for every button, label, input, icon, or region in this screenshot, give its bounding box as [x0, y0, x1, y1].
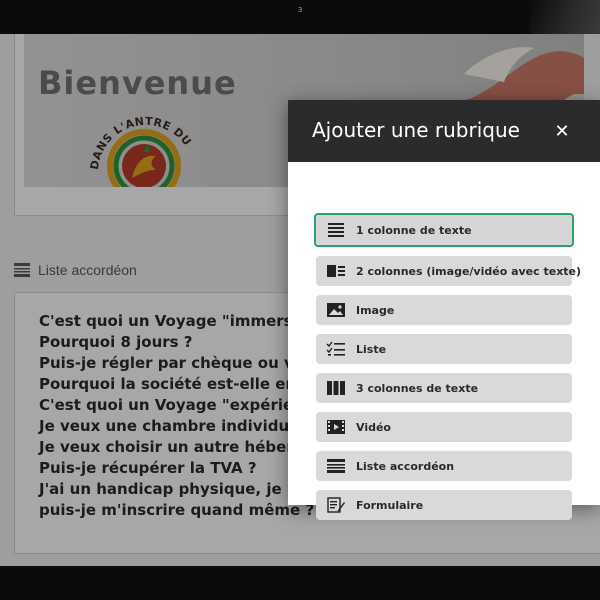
add-section-dialog: Ajouter une rubrique ✕ 1 colonne de text…: [288, 100, 600, 520]
option-list[interactable]: Liste: [316, 334, 572, 364]
page-background: Bienvenue DANS L'ANTRE DU DRAGON: [0, 34, 600, 566]
option-three-columns[interactable]: 3 colonnes de texte: [316, 373, 572, 403]
option-image[interactable]: Image: [316, 295, 572, 325]
form-icon: [327, 497, 345, 513]
screen: 3 Bienvenue DANS L'ANTRE DU DR: [0, 0, 600, 600]
option-label: 1 colonne de texte: [356, 223, 472, 237]
close-button[interactable]: ✕: [551, 120, 573, 142]
three-columns-icon: [327, 381, 345, 395]
text-lines-icon: [328, 223, 344, 237]
accordion-icon: [327, 459, 345, 473]
dialog-header: Ajouter une rubrique ✕: [288, 100, 600, 162]
option-label: Vidéo: [356, 420, 391, 434]
bezel-reflection: [530, 0, 600, 34]
option-one-column-text[interactable]: 1 colonne de texte: [314, 213, 574, 247]
video-icon: [327, 420, 345, 434]
page: Bienvenue DANS L'ANTRE DU DRAGON: [0, 34, 600, 566]
option-label: Formulaire: [356, 498, 424, 512]
option-accordion-list[interactable]: Liste accordéon: [316, 451, 572, 481]
camera-label: 3: [298, 6, 303, 14]
option-label: Liste accordéon: [356, 459, 455, 473]
option-label: Image: [356, 303, 395, 317]
option-form[interactable]: Formulaire: [316, 490, 572, 520]
option-label: 3 colonnes de texte: [356, 381, 479, 395]
option-label: Liste: [356, 342, 387, 356]
option-video[interactable]: Vidéo: [316, 412, 572, 442]
option-label: 2 colonnes (image/vidéo avec texte): [356, 264, 582, 278]
device-top-bezel: 3: [0, 0, 600, 34]
image-text-columns-icon: [327, 265, 345, 277]
checklist-icon: [326, 341, 345, 356]
image-icon: [327, 303, 345, 317]
dialog-title: Ajouter une rubrique: [312, 118, 520, 142]
device-bottom-bezel: [0, 566, 600, 600]
option-two-columns[interactable]: 2 colonnes (image/vidéo avec texte): [316, 256, 581, 286]
